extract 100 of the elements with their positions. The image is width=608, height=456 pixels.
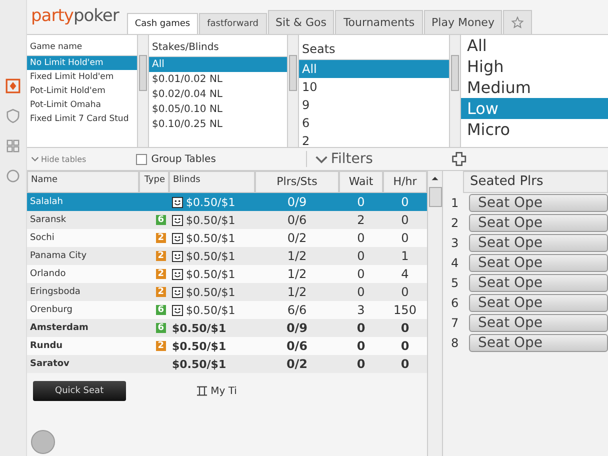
seat-button[interactable]: Seat Ope (469, 314, 608, 332)
list-item[interactable]: $0.10/0.25 NL (149, 117, 287, 132)
scrollbar[interactable] (137, 35, 149, 147)
column-header[interactable]: H/hr (383, 171, 427, 193)
players-text: 6/6 (287, 303, 307, 317)
seat-number: 6 (451, 296, 460, 310)
list-item[interactable]: All (149, 57, 287, 72)
wait-text: 0 (357, 195, 365, 209)
table-row[interactable]: Orlando 2 $0.50/$1 1/2 0 4 (27, 265, 427, 283)
seat-button[interactable]: Seat Ope (469, 214, 608, 232)
type-badge: 2 (156, 251, 166, 261)
hands-per-hour-text: 0 (400, 321, 410, 335)
group-tables-checkbox[interactable]: Group Tables (136, 154, 216, 164)
tab[interactable]: Sit & Gos (268, 10, 334, 34)
ticket-icon[interactable] (196, 386, 208, 396)
table-row[interactable]: Rundu 2 $0.50/$1 0/6 0 0 (27, 337, 427, 355)
my-tickets-link[interactable]: My Ti (210, 386, 237, 396)
column-header[interactable]: Name (27, 171, 139, 193)
chevron-down-icon (31, 155, 39, 163)
tab[interactable]: fastforward (199, 13, 267, 34)
hands-per-hour-text: 0 (400, 339, 410, 353)
seat-button[interactable]: Seat Ope (469, 294, 608, 312)
list-item[interactable]: 2 (299, 132, 449, 147)
blinds-text: $0.50/$1 (172, 322, 226, 334)
list-item[interactable]: $0.05/0.10 NL (149, 102, 287, 117)
tab[interactable]: Tournaments (335, 10, 423, 34)
list-item[interactable]: 9 (299, 96, 449, 114)
hands-per-hour-text: 0 (401, 231, 409, 245)
list-item[interactable]: Fixed Limit 7 Card Stud (27, 112, 137, 126)
table-row[interactable]: Salalah $0.50/$1 0/9 0 0 (27, 193, 427, 211)
table-row[interactable]: Sochi 2 $0.50/$1 0/2 0 0 (27, 229, 427, 247)
players-text: 0/2 (287, 231, 307, 245)
blinds-text: $0.50/$1 (186, 196, 236, 208)
list-item[interactable]: All (299, 60, 449, 78)
table-row[interactable]: Amsterdam 6 $0.50/$1 0/9 0 0 (27, 319, 427, 337)
scrollbar-thumb[interactable] (451, 55, 459, 91)
seat-button[interactable]: Seat Ope (469, 334, 608, 352)
list-item[interactable]: All (461, 35, 608, 56)
players-text: 1/2 (287, 249, 307, 263)
players-text: 0/6 (286, 339, 308, 353)
filters-button[interactable]: Filters (306, 151, 381, 167)
column-header[interactable]: Wait (339, 171, 383, 193)
card-icon[interactable] (5, 78, 21, 94)
hide-tables-toggle[interactable]: Hide tables (31, 154, 86, 164)
seat-button[interactable]: Seat Ope (469, 194, 608, 212)
scrollbar[interactable] (287, 35, 299, 147)
circle-icon[interactable] (5, 168, 21, 184)
seat-number: 1 (451, 196, 460, 210)
list-item[interactable]: 6 (299, 114, 449, 132)
list-item[interactable]: No Limit Hold'em (27, 56, 137, 70)
tab[interactable]: Play Money (424, 10, 502, 34)
list-item[interactable]: $0.02/0.04 NL (149, 87, 287, 102)
scroll-up-icon[interactable] (431, 176, 439, 181)
list-item[interactable]: Low (461, 98, 608, 119)
shield-icon[interactable] (5, 108, 21, 124)
list-item[interactable]: Micro (461, 119, 608, 140)
table-row[interactable]: Eringsboda 2 $0.50/$1 1/2 0 0 (27, 283, 427, 301)
table-row[interactable]: Saratov $0.50/$1 0/2 0 0 (27, 355, 427, 373)
hands-per-hour-text: 0 (401, 195, 409, 209)
seat-button[interactable]: Seat Ope (469, 274, 608, 292)
wait-text: 0 (357, 267, 365, 281)
tab[interactable]: Cash games (126, 13, 198, 34)
quick-seat-button[interactable]: Quick Seat (33, 381, 126, 401)
scrollbar[interactable] (449, 35, 461, 147)
scrollbar-thumb[interactable] (139, 55, 147, 91)
type-badge: 2 (156, 233, 166, 243)
seat-button[interactable]: Seat Ope (469, 234, 608, 252)
list-item[interactable]: Fixed Limit Hold'em (27, 70, 137, 84)
list-item[interactable]: $0.01/0.02 NL (149, 72, 287, 87)
avatar[interactable] (31, 430, 55, 454)
column-header[interactable]: Plrs/Sts (255, 171, 339, 193)
list-item[interactable]: High (461, 56, 608, 77)
scrollbar[interactable] (427, 171, 443, 456)
wait-text: 0 (356, 357, 366, 371)
column-header[interactable]: Type (139, 171, 169, 193)
grid-icon[interactable] (5, 138, 21, 154)
hands-per-hour-text: 0 (400, 357, 410, 371)
hands-per-hour-text: 150 (394, 303, 416, 317)
seat-number: 3 (451, 236, 460, 250)
table-row[interactable]: Saransk 6 $0.50/$1 0/6 2 0 (27, 211, 427, 229)
seat-button[interactable]: Seat Ope (469, 254, 608, 272)
players-text: 0/6 (287, 213, 307, 227)
table-row[interactable]: Orenburg 6 $0.50/$1 6/6 3 150 (27, 301, 427, 319)
list-item[interactable]: Pot-Limit Omaha (27, 98, 137, 112)
list-item[interactable]: Medium (461, 77, 608, 98)
table-name: Saransk (30, 215, 66, 225)
favorites-tab[interactable] (503, 10, 532, 34)
seat-number: 7 (451, 316, 460, 330)
blinds-text: $0.50/$1 (186, 232, 236, 244)
list-item[interactable]: Pot-Limit Hold'em (27, 84, 137, 98)
scrollbar-thumb[interactable] (289, 55, 297, 91)
wait-text: 0 (356, 321, 366, 335)
list-item[interactable]: 10 (299, 78, 449, 96)
column-header[interactable]: Blinds (169, 171, 255, 193)
table-name: Salalah (30, 197, 63, 207)
table-row[interactable]: Panama City 2 $0.50/$1 1/2 0 1 (27, 247, 427, 265)
table-name: Rundu (30, 341, 63, 351)
scrollbar-thumb[interactable] (428, 187, 442, 207)
blinds-text: $0.50/$1 (186, 286, 236, 298)
type-badge: 2 (156, 341, 166, 351)
